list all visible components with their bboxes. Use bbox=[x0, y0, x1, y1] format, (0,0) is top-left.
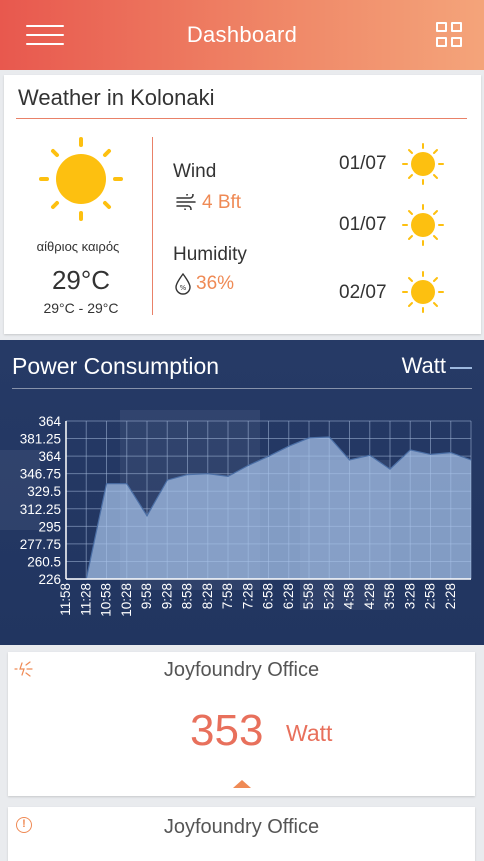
forecast-date: 01/07 bbox=[339, 153, 387, 174]
weather-title: Weather in Kolonaki bbox=[18, 85, 215, 110]
chart-x-tick-label: 4:28 bbox=[362, 583, 377, 609]
chart-x-tick-label: 6:28 bbox=[281, 583, 296, 609]
power-unit-legend: Watt bbox=[401, 353, 446, 378]
power-title-underline bbox=[12, 388, 472, 389]
humidity-value: 36% bbox=[196, 273, 235, 294]
chart-y-tick-label: 260.5 bbox=[27, 554, 61, 569]
office-power-unit: Watt bbox=[286, 720, 333, 746]
chart-x-tick-label: 4:58 bbox=[342, 583, 357, 609]
chart-x-tick-label: 5:58 bbox=[301, 583, 316, 609]
weather-condition: αίθριος καιρός bbox=[36, 239, 120, 254]
wind-icon bbox=[176, 194, 196, 210]
chart-y-tick-label: 277.75 bbox=[20, 537, 61, 552]
hamburger-menu-button[interactable] bbox=[26, 25, 64, 45]
chart-y-tick-label: 295 bbox=[38, 519, 61, 534]
humidity-icon: % bbox=[175, 273, 191, 295]
office-name: Joyfoundry Office bbox=[163, 816, 320, 838]
chart-x-tick-label: 7:58 bbox=[220, 583, 235, 609]
svg-text:%: % bbox=[180, 284, 187, 292]
chart-x-tick-label: 5:28 bbox=[321, 583, 336, 609]
forecast-date: 01/07 bbox=[339, 214, 387, 235]
chart-x-tick-label: 2:58 bbox=[423, 583, 438, 609]
weather-card: Weather in Kolonaki αίθριος καιρός 29°C … bbox=[4, 75, 481, 334]
sun-icon bbox=[39, 137, 123, 221]
chart-x-tick-label: 11:58 bbox=[58, 583, 73, 616]
chart-x-tick-label: 2:28 bbox=[443, 583, 458, 609]
sun-icon bbox=[402, 271, 444, 313]
wind-value: 4 Bft bbox=[202, 192, 242, 213]
chart-y-tick-label: 364 bbox=[38, 414, 61, 429]
humidity-label: Humidity bbox=[173, 244, 247, 265]
chart-y-tick-label: 329.5 bbox=[27, 484, 61, 499]
chart-x-tick-label: 3:58 bbox=[382, 583, 397, 609]
grid-view-button[interactable] bbox=[436, 22, 463, 48]
sun-icon bbox=[402, 204, 444, 246]
chart-y-tick-label: 346.75 bbox=[20, 467, 61, 482]
app-header: Dashboard bbox=[0, 0, 484, 70]
wind-label: Wind bbox=[173, 161, 217, 182]
office-card[interactable]: Joyfoundry Office 353 Watt bbox=[8, 652, 475, 796]
chart-x-tick-label: 10:58 bbox=[99, 583, 114, 617]
current-temperature: 29°C bbox=[51, 265, 111, 295]
chart-x-tick-label: 9:58 bbox=[139, 583, 154, 609]
chart-y-tick-label: 381.25 bbox=[20, 432, 61, 447]
chart-x-tick-label: 8:28 bbox=[200, 583, 215, 609]
expand-caret-icon[interactable] bbox=[233, 780, 251, 788]
chart-x-tick-label: 7:28 bbox=[240, 583, 255, 609]
power-chart: 364 381.25 364 346.75 329.5 312.25 295 277.75 26… bbox=[20, 414, 472, 617]
office-name: Joyfoundry Office bbox=[163, 659, 320, 681]
weather-title-underline bbox=[16, 118, 467, 119]
sun-icon bbox=[402, 143, 444, 185]
office-card[interactable]: ! Joyfoundry Office bbox=[8, 807, 475, 861]
office-power-value: 353 bbox=[190, 706, 264, 755]
page-title: Dashboard bbox=[186, 22, 298, 47]
chart-x-tick-label: 10:28 bbox=[119, 583, 134, 617]
legend-swatch bbox=[450, 367, 472, 369]
power-consumption-panel: 364 381.25 364 346.75 329.5 312.25 295 277.75 26… bbox=[0, 340, 484, 645]
chart-x-tick-label: 11:28 bbox=[78, 583, 93, 616]
chart-x-tick-label: 3:28 bbox=[402, 583, 417, 609]
chart-y-tick-label: 364 bbox=[38, 449, 61, 464]
power-title: Power Consumption bbox=[12, 353, 220, 379]
chart-x-tick-label: 9:28 bbox=[159, 583, 174, 609]
chart-x-tick-label: 8:58 bbox=[180, 583, 195, 609]
chart-y-tick-label: 312.25 bbox=[20, 502, 61, 517]
temperature-range: 29°C - 29°C bbox=[43, 300, 119, 316]
forecast-date: 02/07 bbox=[339, 282, 387, 303]
chart-x-tick-label: 6:58 bbox=[261, 583, 276, 609]
